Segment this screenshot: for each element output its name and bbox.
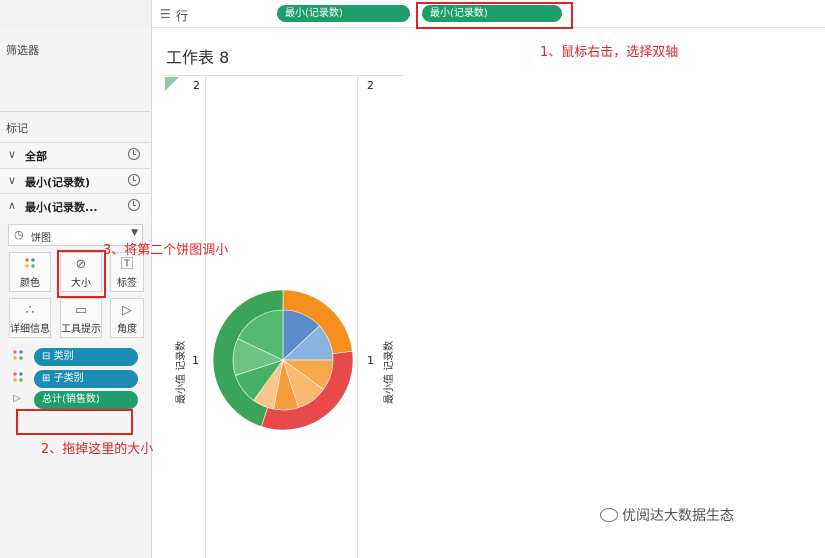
marks-row-label: 最小(记录数...: [25, 201, 98, 214]
highlight-box-rows-pill: [416, 2, 573, 29]
pill-prefix: ⊟: [42, 351, 51, 362]
angle-card-label: 角度: [117, 324, 137, 335]
angle-icon: ▷: [13, 393, 21, 404]
pill-prefix: ⊞: [42, 373, 51, 384]
marks-row-min-records-2[interactable]: ∧ 最小(记录数...: [0, 193, 150, 217]
annotation-step3: 3、将第二个饼图调小: [103, 243, 229, 258]
mark-type-value: 饼图: [31, 233, 51, 244]
field-pill-sum-sales[interactable]: 总计(销售数): [34, 391, 138, 409]
axis-tick-top-right: 2: [367, 79, 374, 92]
label-card[interactable]: 🅃 标签: [110, 252, 144, 292]
detail-card[interactable]: ∴ 详细信息: [9, 298, 51, 338]
watermark: 优阅达大数据生态: [600, 505, 734, 525]
axis-title-right: 最小值 记录数: [384, 340, 395, 404]
color-dots-icon: [10, 256, 50, 274]
field-pill-subcategory[interactable]: ⊞ 子类别: [34, 370, 138, 388]
pill-label: 子类别: [53, 373, 84, 384]
rows-shelf-bar: [0, 0, 825, 28]
axis-tick-top-left: 2: [193, 79, 200, 92]
annotation-step1: 1、鼠标右击，选择双轴: [540, 45, 679, 60]
label-t-icon: 🅃: [120, 257, 134, 272]
angle-icon: ▷: [122, 303, 132, 318]
tooltip-bubble-icon: ▭: [74, 303, 88, 318]
rows-pill-min-records-1[interactable]: 最小(记录数): [277, 5, 410, 22]
pie-clock-icon: [128, 174, 140, 186]
label-card-label: 标签: [117, 278, 137, 289]
pill-label: 类别: [53, 351, 74, 362]
chevron-up-icon: ∧: [8, 199, 17, 212]
marks-row-label: 全部: [25, 150, 47, 163]
chevron-down-icon: ∨: [8, 174, 17, 187]
axis-tick-mid-left: 1: [192, 354, 199, 367]
color-dots-icon: [13, 372, 23, 385]
top-left-blank: [0, 0, 152, 28]
pie-clock-icon: [128, 199, 140, 211]
color-dots-icon: [13, 350, 23, 363]
chevron-down-icon: ∨: [8, 148, 17, 161]
chevron-down-icon: ▼: [131, 228, 138, 238]
filters-title: 筛选器: [6, 44, 39, 57]
axis-top-line: [163, 75, 403, 76]
marks-row-min-records-1[interactable]: ∨ 最小(记录数): [0, 168, 150, 192]
detail-dots-icon: ∴: [25, 303, 35, 318]
highlight-box-size-drop: [16, 409, 133, 435]
pill-label: 总计(销售数): [42, 394, 100, 405]
color-card[interactable]: 颜色: [9, 252, 51, 292]
color-card-label: 颜色: [20, 278, 40, 289]
tooltip-card-label: 工具提示: [61, 324, 101, 335]
corner-marker: [165, 77, 179, 91]
tooltip-card[interactable]: ▭ 工具提示: [60, 298, 102, 338]
watermark-text: 优阅达大数据生态: [622, 508, 734, 524]
marks-title: 标记: [6, 122, 28, 135]
annotation-step2: 2、拖掉这里的大小: [41, 442, 154, 457]
detail-card-label: 详细信息: [10, 324, 50, 335]
highlight-box-size-card: [57, 250, 106, 298]
dual-pie-chart[interactable]: [200, 285, 370, 435]
marks-row-all[interactable]: ∨ 全部: [0, 142, 150, 166]
marks-row-label: 最小(记录数): [25, 176, 91, 189]
rows-icon: ☰: [160, 7, 171, 21]
field-pill-category[interactable]: ⊟ 类别: [34, 348, 138, 366]
rows-shelf-label: 行: [176, 9, 189, 23]
wechat-icon: [600, 508, 618, 522]
filters-pane[interactable]: 筛选器: [0, 28, 150, 112]
sheet-title: 工作表 8: [166, 48, 230, 67]
axis-title-left: 最小值 记录数: [176, 340, 187, 404]
pie-clock-icon: ◷: [14, 228, 24, 241]
angle-card[interactable]: ▷ 角度: [110, 298, 144, 338]
pie-clock-icon: [128, 148, 140, 160]
